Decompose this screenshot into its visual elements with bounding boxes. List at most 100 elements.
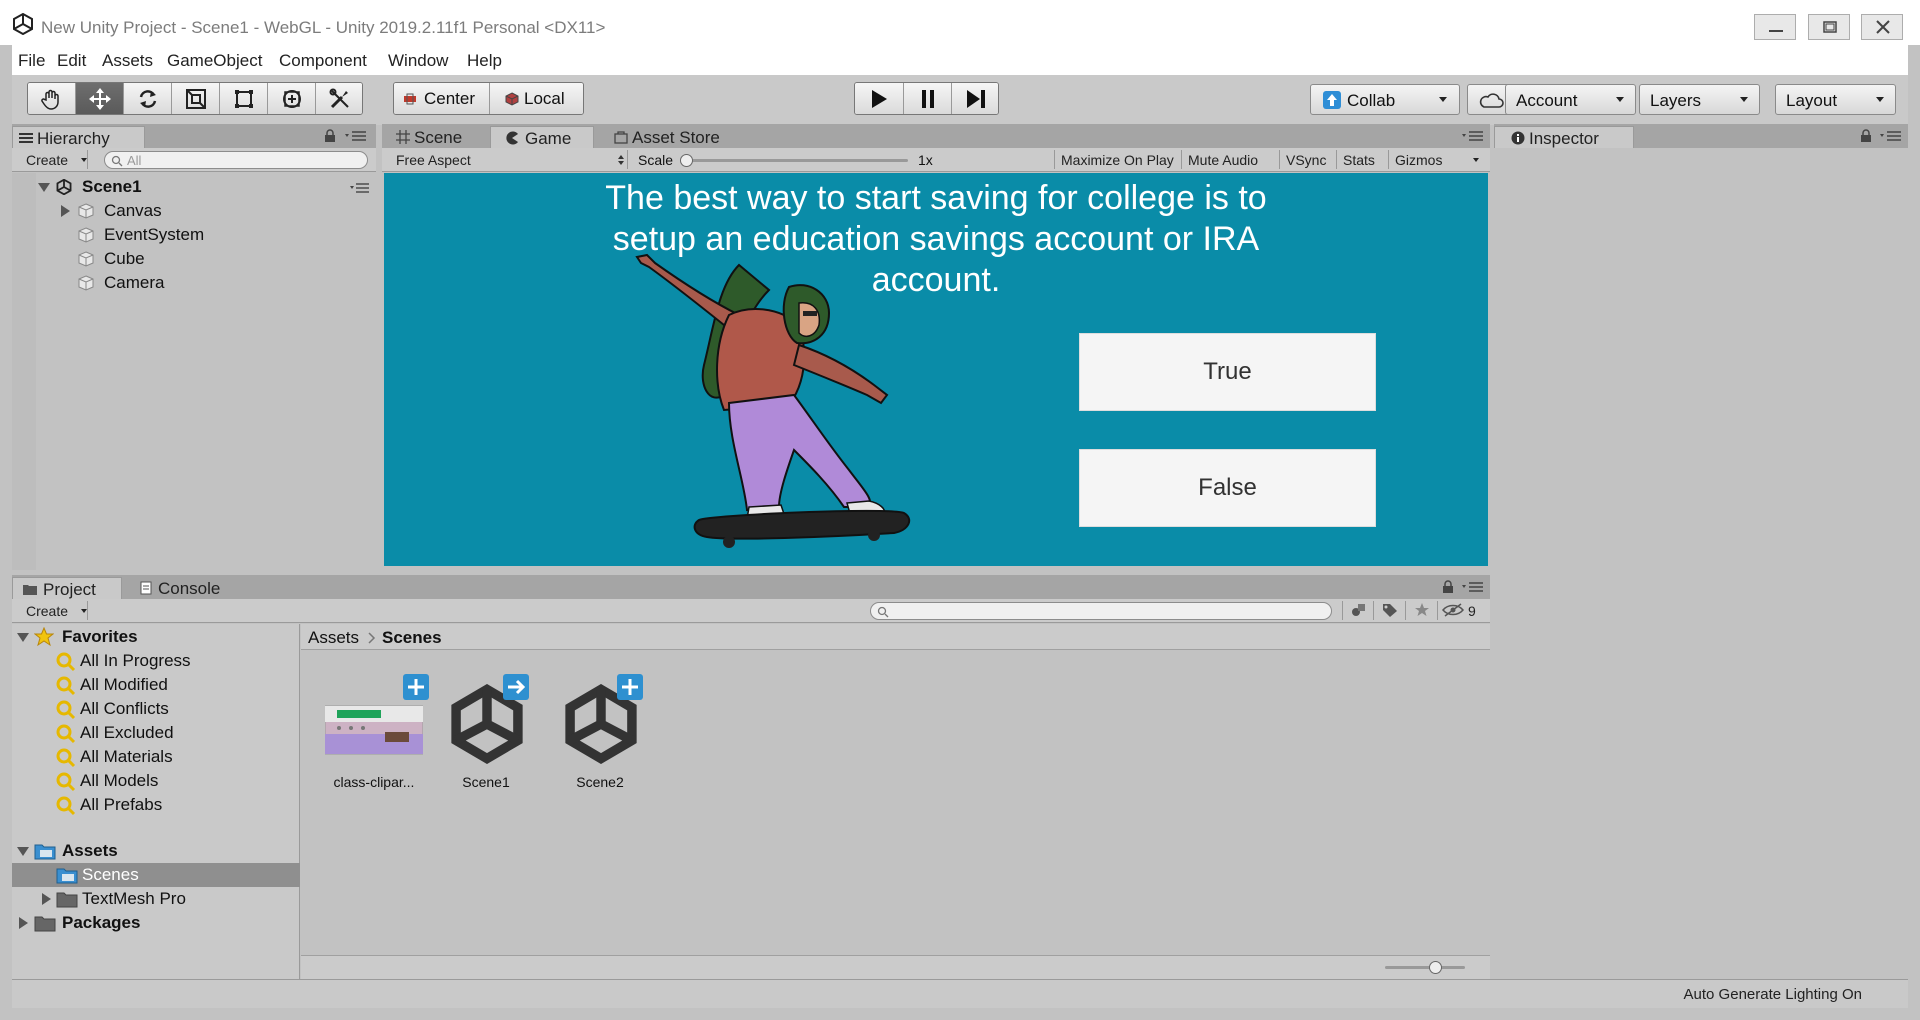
game-canvas[interactable]: The best way to start saving for college…	[384, 173, 1488, 566]
hierarchy-item[interactable]: EventSystem	[12, 223, 376, 247]
layers-dropdown[interactable]: Layers	[1639, 84, 1760, 115]
lock-icon[interactable]	[324, 129, 336, 143]
rect-tool-button[interactable]	[220, 83, 268, 114]
favorite-search-item[interactable]: All Materials	[56, 745, 296, 769]
asset-label: Scene2	[576, 774, 624, 790]
folder-icon	[56, 892, 78, 908]
expand-arrow-icon[interactable]	[17, 847, 29, 856]
filter-by-label-button[interactable]	[1374, 601, 1406, 620]
tab-console[interactable]: Console	[138, 577, 248, 599]
menu-assets[interactable]: Assets	[102, 51, 153, 71]
hierarchy-scene-row[interactable]: Scene1	[12, 175, 376, 199]
tab-game[interactable]: Game	[490, 126, 594, 148]
panel-menu-icon[interactable]	[345, 131, 367, 141]
minimize-button[interactable]	[1754, 14, 1796, 40]
favorites-row[interactable]: Favorites	[12, 625, 300, 649]
project-tab-label: Project	[43, 580, 96, 599]
rotate-tool-button[interactable]	[124, 83, 172, 114]
stats-toggle[interactable]: Stats	[1337, 150, 1389, 169]
panel-menu-icon[interactable]	[1880, 131, 1902, 141]
play-button[interactable]	[855, 83, 904, 114]
menu-help[interactable]: Help	[467, 51, 502, 71]
project-search-input[interactable]	[870, 602, 1332, 620]
breadcrumb-scenes[interactable]: Scenes	[382, 628, 442, 648]
scale-icon	[185, 88, 206, 109]
inspector-tabstrip: Inspector	[1494, 124, 1908, 148]
expand-arrow-icon[interactable]	[19, 917, 28, 929]
favorite-search-item[interactable]: All In Progress	[56, 649, 296, 673]
panel-menu-icon[interactable]	[1462, 131, 1484, 141]
asset-item[interactable]: class-clipar...	[319, 674, 429, 794]
custom-tool-button[interactable]	[316, 83, 362, 114]
maximize-on-play-toggle[interactable]: Maximize On Play	[1054, 150, 1182, 169]
rect-icon	[234, 89, 253, 108]
expand-arrow-icon[interactable]	[38, 183, 50, 192]
tab-scene[interactable]: Scene	[394, 126, 494, 148]
title-bar: New Unity Project - Scene1 - WebGL - Uni…	[0, 0, 1920, 45]
expand-arrow-icon[interactable]	[17, 633, 29, 642]
hierarchy-item[interactable]: Cube	[12, 247, 376, 271]
transform-tool-button[interactable]	[268, 83, 316, 114]
asset-item[interactable]: Scene1	[431, 674, 541, 794]
move-tool-button[interactable]	[76, 83, 124, 114]
menu-window[interactable]: Window	[388, 51, 448, 71]
aspect-dropdown[interactable]: Free Aspect	[386, 150, 628, 169]
favorite-search-button[interactable]	[1406, 601, 1438, 620]
packages-folder-row[interactable]: Packages	[12, 911, 300, 935]
tab-project[interactable]: Project	[12, 577, 122, 599]
asset-item[interactable]: Scene2	[545, 674, 655, 794]
project-create-button[interactable]: Create	[16, 601, 88, 620]
hand-tool-button[interactable]	[28, 83, 76, 114]
scale-tool-button[interactable]	[172, 83, 220, 114]
hierarchy-item[interactable]: Canvas	[12, 199, 376, 223]
favorite-search-item[interactable]: All Modified	[56, 673, 296, 697]
pivot-local-button[interactable]: Local	[490, 83, 583, 114]
lock-icon[interactable]	[1442, 580, 1454, 594]
hierarchy-create-button[interactable]: Create	[16, 150, 88, 169]
pause-button[interactable]	[904, 83, 952, 114]
close-button[interactable]	[1861, 14, 1903, 40]
lock-icon[interactable]	[1860, 129, 1872, 143]
step-button[interactable]	[952, 83, 998, 114]
textmesh-folder-row[interactable]: TextMesh Pro	[12, 887, 300, 911]
menu-edit[interactable]: Edit	[57, 51, 86, 71]
scale-slider-thumb[interactable]	[680, 154, 693, 167]
filter-by-type-button[interactable]	[1342, 601, 1374, 620]
favorite-search-item[interactable]: All Conflicts	[56, 697, 296, 721]
scenes-folder-row[interactable]: Scenes	[12, 863, 300, 887]
scene-menu-icon[interactable]	[350, 183, 370, 193]
menu-gameobject[interactable]: GameObject	[167, 51, 262, 71]
layout-dropdown[interactable]: Layout	[1775, 84, 1896, 115]
maximize-button[interactable]	[1808, 14, 1850, 40]
icon-size-slider[interactable]	[1385, 961, 1465, 974]
mute-audio-toggle[interactable]: Mute Audio	[1182, 150, 1280, 169]
tab-inspector[interactable]: Inspector	[1494, 126, 1634, 148]
menu-component[interactable]: Component	[279, 51, 367, 71]
collab-dropdown[interactable]: Collab	[1310, 84, 1460, 115]
panel-menu-icon[interactable]	[1462, 582, 1484, 592]
account-dropdown[interactable]: Account	[1505, 84, 1636, 115]
expand-arrow-icon[interactable]	[61, 205, 70, 217]
gizmos-dropdown[interactable]: Gizmos	[1389, 150, 1486, 169]
tab-asset-store[interactable]: Asset Store	[612, 126, 752, 148]
icon-size-slider-thumb[interactable]	[1429, 961, 1442, 974]
tab-hierarchy[interactable]: Hierarchy	[12, 126, 145, 148]
false-button[interactable]: False	[1079, 449, 1376, 527]
assets-folder-row[interactable]: Assets	[12, 839, 300, 863]
hidden-packages-toggle[interactable]: 9	[1438, 601, 1486, 620]
vsync-toggle[interactable]: VSync	[1280, 150, 1337, 169]
stats-label: Stats	[1343, 152, 1375, 168]
inspector-tab-label: Inspector	[1529, 129, 1599, 148]
breadcrumb-assets[interactable]: Assets	[308, 628, 359, 648]
scale-slider[interactable]	[680, 154, 908, 167]
hierarchy-item[interactable]: Camera	[12, 271, 376, 295]
pivot-center-button[interactable]: Center	[394, 83, 490, 114]
favorite-search-item[interactable]: All Models	[56, 769, 296, 793]
menu-file[interactable]: File	[18, 51, 45, 71]
expand-arrow-icon[interactable]	[42, 893, 51, 905]
hierarchy-search-placeholder: All	[127, 153, 142, 168]
hierarchy-search-input[interactable]: All	[104, 151, 368, 169]
favorite-search-item[interactable]: All Prefabs	[56, 793, 296, 817]
true-button[interactable]: True	[1079, 333, 1376, 411]
favorite-search-item[interactable]: All Excluded	[56, 721, 296, 745]
